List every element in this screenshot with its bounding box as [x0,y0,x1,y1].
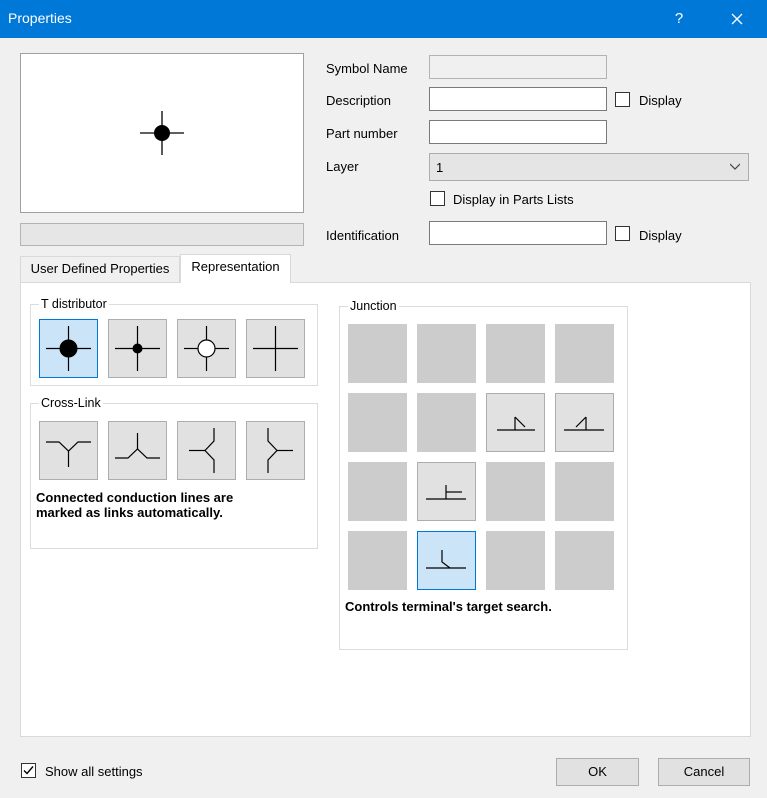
junction-branch-right-icon [564,416,604,431]
cross-link-note: Connected conduction lines are marked as… [36,490,233,520]
junction-option-button[interactable] [348,531,407,590]
show-all-settings-label: Show all settings [45,764,143,779]
junction-option-button[interactable] [417,531,476,590]
parts-list-checkbox[interactable] [430,191,445,206]
junction-branch-up-icon [426,485,466,500]
junction-option-button[interactable] [348,393,407,452]
tab-user-defined-properties[interactable]: User Defined Properties [20,256,180,282]
junction-option-button[interactable] [417,324,476,383]
preview-status-bar [20,223,304,246]
symbol-preview [20,53,304,213]
cross-link-y-button[interactable] [39,421,98,480]
junction-option-button[interactable] [486,462,545,521]
layer-select-value: 1 [436,160,444,175]
junction-option-button[interactable] [555,462,614,521]
close-icon [731,13,743,25]
junction-label: Junction [348,299,399,313]
identification-display-label: Display [639,228,682,243]
checkmark-icon [23,766,34,775]
parts-list-label: Display in Parts Lists [453,192,574,207]
window-title: Properties [8,10,72,26]
part-number-label: Part number [326,126,398,141]
part-number-field[interactable] [429,120,607,144]
description-display-checkbox[interactable] [615,92,630,107]
symbol-name-label: Symbol Name [326,61,408,76]
t-distributor-group: T distributor [30,297,318,386]
help-button[interactable]: ? [664,8,694,30]
layer-select[interactable]: 1 [429,153,749,181]
t-distributor-plain-button[interactable] [246,319,305,378]
t-distributor-large-dot-button[interactable] [39,319,98,378]
layer-label: Layer [326,159,359,174]
junction-group: Junction Controls terminal's target sear… [339,299,628,650]
junction-option-button[interactable] [486,324,545,383]
description-field[interactable] [429,87,607,111]
junction-dot-large-icon [46,326,91,371]
t-distributor-circle-button[interactable] [177,319,236,378]
representation-panel: T distributor Cross-Link Connected condu… [20,282,751,737]
junction-option-button[interactable] [417,393,476,452]
junction-option-button[interactable] [486,531,545,590]
cross-link-right-icon [267,428,293,473]
t-distributor-small-dot-button[interactable] [108,319,167,378]
junction-circle-icon [184,326,229,371]
title-bar: Properties ? [0,0,767,38]
identification-field[interactable] [429,221,607,245]
cross-plain-icon [253,326,298,371]
cross-link-inverted-y-button[interactable] [108,421,167,480]
junction-branch-left-icon [497,416,535,431]
t-distributor-label: T distributor [39,297,109,311]
junction-option-button[interactable] [555,324,614,383]
junction-option-button[interactable] [555,393,614,452]
ok-button[interactable]: OK [556,758,639,786]
symbol-preview-icon [140,111,184,155]
cross-link-right-button[interactable] [246,421,305,480]
junction-dot-small-icon [115,326,160,371]
junction-option-button[interactable] [417,462,476,521]
cross-link-inverted-y-icon [115,433,160,459]
cross-link-label: Cross-Link [39,396,103,410]
identification-label: Identification [326,228,399,243]
close-button[interactable] [722,8,752,30]
chevron-down-icon [730,163,740,170]
junction-option-button[interactable] [348,462,407,521]
show-all-settings-checkbox[interactable] [21,763,36,778]
cross-link-left-icon [189,428,215,473]
description-label: Description [326,93,392,108]
cross-link-note-line2: marked as links automatically. [36,505,223,520]
identification-display-checkbox[interactable] [615,226,630,241]
cross-link-group: Cross-Link Connected conduction lines ar… [30,396,318,549]
junction-option-button[interactable] [348,324,407,383]
cross-link-y-icon [46,441,91,467]
cross-link-note-line1: Connected conduction lines are [36,490,234,505]
symbol-name-field [429,55,607,79]
description-display-label: Display [639,93,682,108]
junction-option-button[interactable] [555,531,614,590]
cancel-button[interactable]: Cancel [658,758,750,786]
junction-note: Controls terminal's target search. [345,599,552,614]
tab-representation[interactable]: Representation [180,254,291,283]
junction-option-button[interactable] [486,393,545,452]
junction-branch-down-icon [426,550,466,569]
cross-link-left-button[interactable] [177,421,236,480]
